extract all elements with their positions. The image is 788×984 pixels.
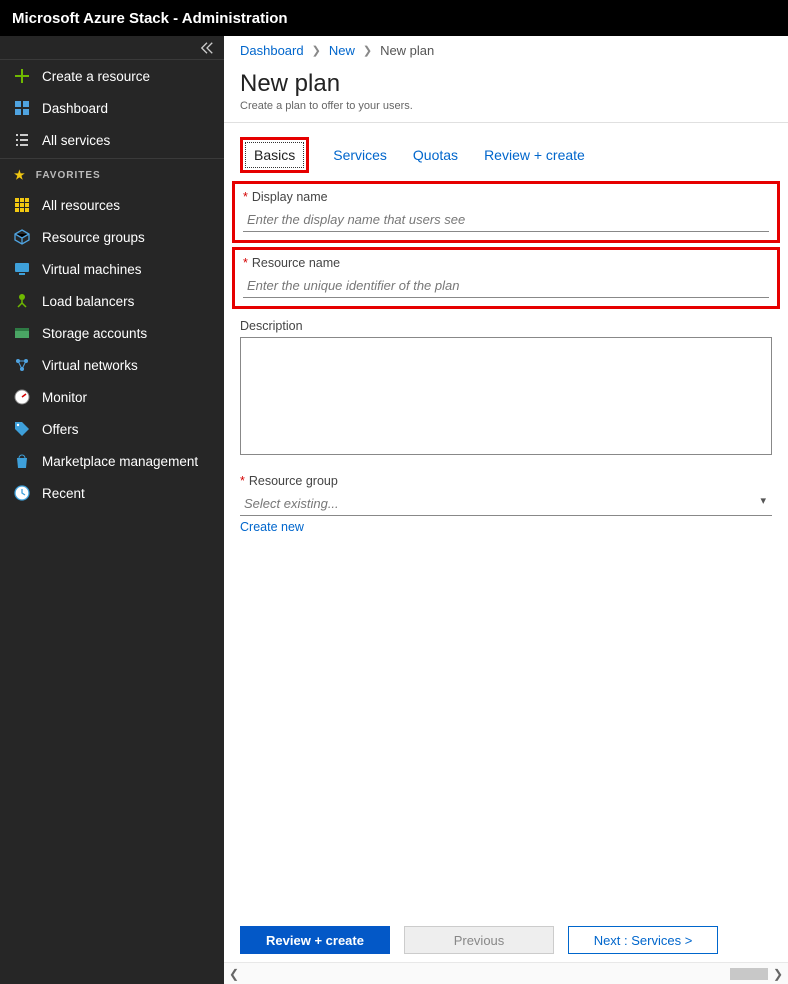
sidebar-item-label: Recent [42, 486, 85, 501]
scroll-track[interactable] [244, 966, 768, 982]
tab-services[interactable]: Services [331, 143, 389, 167]
required-asterisk: * [243, 190, 248, 204]
sidebar-item-label: Virtual networks [42, 358, 138, 373]
list-icon [14, 132, 30, 148]
chevron-double-left-icon [200, 41, 214, 55]
tab-highlight: Basics [240, 137, 309, 173]
description-label: Description [240, 319, 772, 333]
grid-icon [14, 197, 30, 213]
resource-name-label: * Resource name [243, 256, 769, 270]
tab-basics[interactable]: Basics [245, 142, 304, 168]
sidebar-storage-accounts[interactable]: Storage accounts [0, 317, 224, 349]
form-body: Basics Services Quotas Review + create *… [224, 123, 788, 984]
scroll-left-arrow[interactable]: ❮ [224, 967, 244, 981]
clock-icon [14, 485, 30, 501]
sidebar-favorites-header: ★ FAVORITES [0, 161, 224, 189]
sidebar-item-label: Create a resource [42, 69, 150, 84]
resource-name-input[interactable] [243, 274, 769, 298]
chevron-down-icon: ▾ [760, 494, 766, 507]
sidebar-item-label: Load balancers [42, 294, 134, 309]
review-create-button[interactable]: Review + create [240, 926, 390, 954]
create-new-link[interactable]: Create new [240, 520, 304, 534]
sidebar-item-label: Marketplace management [42, 454, 198, 469]
sidebar-item-label: Dashboard [42, 101, 108, 116]
sidebar-create-resource[interactable]: Create a resource [0, 60, 224, 92]
resource-group-select[interactable]: Select existing... ▾ [240, 492, 772, 516]
sidebar-item-label: Monitor [42, 390, 87, 405]
display-name-label: * Display name [243, 190, 769, 204]
sidebar-all-services[interactable]: All services [0, 124, 224, 156]
display-name-input[interactable] [243, 208, 769, 232]
description-field: Description [240, 319, 772, 458]
sidebar-collapse-button[interactable] [0, 36, 224, 60]
topbar: Microsoft Azure Stack - Administration [0, 0, 788, 36]
network-icon [14, 357, 30, 373]
sidebar-resource-groups[interactable]: Resource groups [0, 221, 224, 253]
cube-icon [14, 229, 30, 245]
tab-review-create[interactable]: Review + create [482, 143, 587, 167]
description-input[interactable] [240, 337, 772, 455]
chevron-right-icon: ❯ [312, 44, 321, 57]
sidebar-item-label: Resource groups [42, 230, 145, 245]
previous-button: Previous [404, 926, 554, 954]
sidebar-all-resources[interactable]: All resources [0, 189, 224, 221]
sidebar-item-label: Storage accounts [42, 326, 147, 341]
breadcrumb-new[interactable]: New [329, 43, 355, 58]
scroll-thumb[interactable] [730, 968, 768, 980]
chevron-right-icon: ❯ [363, 44, 372, 57]
sidebar: Create a resource Dashboard All services… [0, 36, 224, 984]
storage-icon [14, 325, 30, 341]
favorites-label: FAVORITES [36, 170, 101, 181]
gauge-icon [14, 389, 30, 405]
display-name-highlight: * Display name [232, 181, 780, 243]
next-services-button[interactable]: Next : Services > [568, 926, 718, 954]
sidebar-load-balancers[interactable]: Load balancers [0, 285, 224, 317]
resource-group-value: Select existing... [240, 492, 772, 516]
breadcrumb: Dashboard ❯ New ❯ New plan [224, 36, 788, 66]
footer-actions: Review + create Previous Next : Services… [240, 926, 772, 954]
sidebar-offers[interactable]: Offers [0, 413, 224, 445]
sidebar-item-label: All services [42, 133, 110, 148]
resource-name-highlight: * Resource name [232, 247, 780, 309]
resource-group-field: * Resource group Select existing... ▾ Cr… [240, 474, 772, 534]
required-asterisk: * [243, 256, 248, 270]
breadcrumb-current: New plan [380, 43, 434, 58]
divider [0, 158, 224, 159]
content: Dashboard ❯ New ❯ New plan New plan Crea… [224, 36, 788, 984]
monitor-icon [14, 261, 30, 277]
sidebar-item-label: Offers [42, 422, 79, 437]
dashboard-icon [14, 100, 30, 116]
tag-icon [14, 421, 30, 437]
shopping-bag-icon [14, 453, 30, 469]
app-title: Microsoft Azure Stack - Administration [12, 10, 288, 27]
horizontal-scrollbar[interactable]: ❮ ❯ [224, 962, 788, 984]
load-balancer-icon [14, 293, 30, 309]
sidebar-virtual-machines[interactable]: Virtual machines [0, 253, 224, 285]
resource-group-label: * Resource group [240, 474, 772, 488]
sidebar-recent[interactable]: Recent [0, 477, 224, 509]
sidebar-virtual-networks[interactable]: Virtual networks [0, 349, 224, 381]
page-title: New plan [240, 70, 772, 98]
required-asterisk: * [240, 474, 245, 488]
scroll-right-arrow[interactable]: ❯ [768, 967, 788, 981]
page-header: New plan Create a plan to offer to your … [224, 66, 788, 123]
tabs: Basics Services Quotas Review + create [240, 139, 772, 171]
breadcrumb-dashboard[interactable]: Dashboard [240, 43, 304, 58]
plus-icon [14, 68, 30, 84]
page-subtitle: Create a plan to offer to your users. [240, 100, 772, 112]
sidebar-item-label: All resources [42, 198, 120, 213]
star-icon: ★ [14, 168, 26, 182]
sidebar-dashboard[interactable]: Dashboard [0, 92, 224, 124]
sidebar-marketplace[interactable]: Marketplace management [0, 445, 224, 477]
tab-quotas[interactable]: Quotas [411, 143, 460, 167]
sidebar-item-label: Virtual machines [42, 262, 142, 277]
sidebar-monitor[interactable]: Monitor [0, 381, 224, 413]
